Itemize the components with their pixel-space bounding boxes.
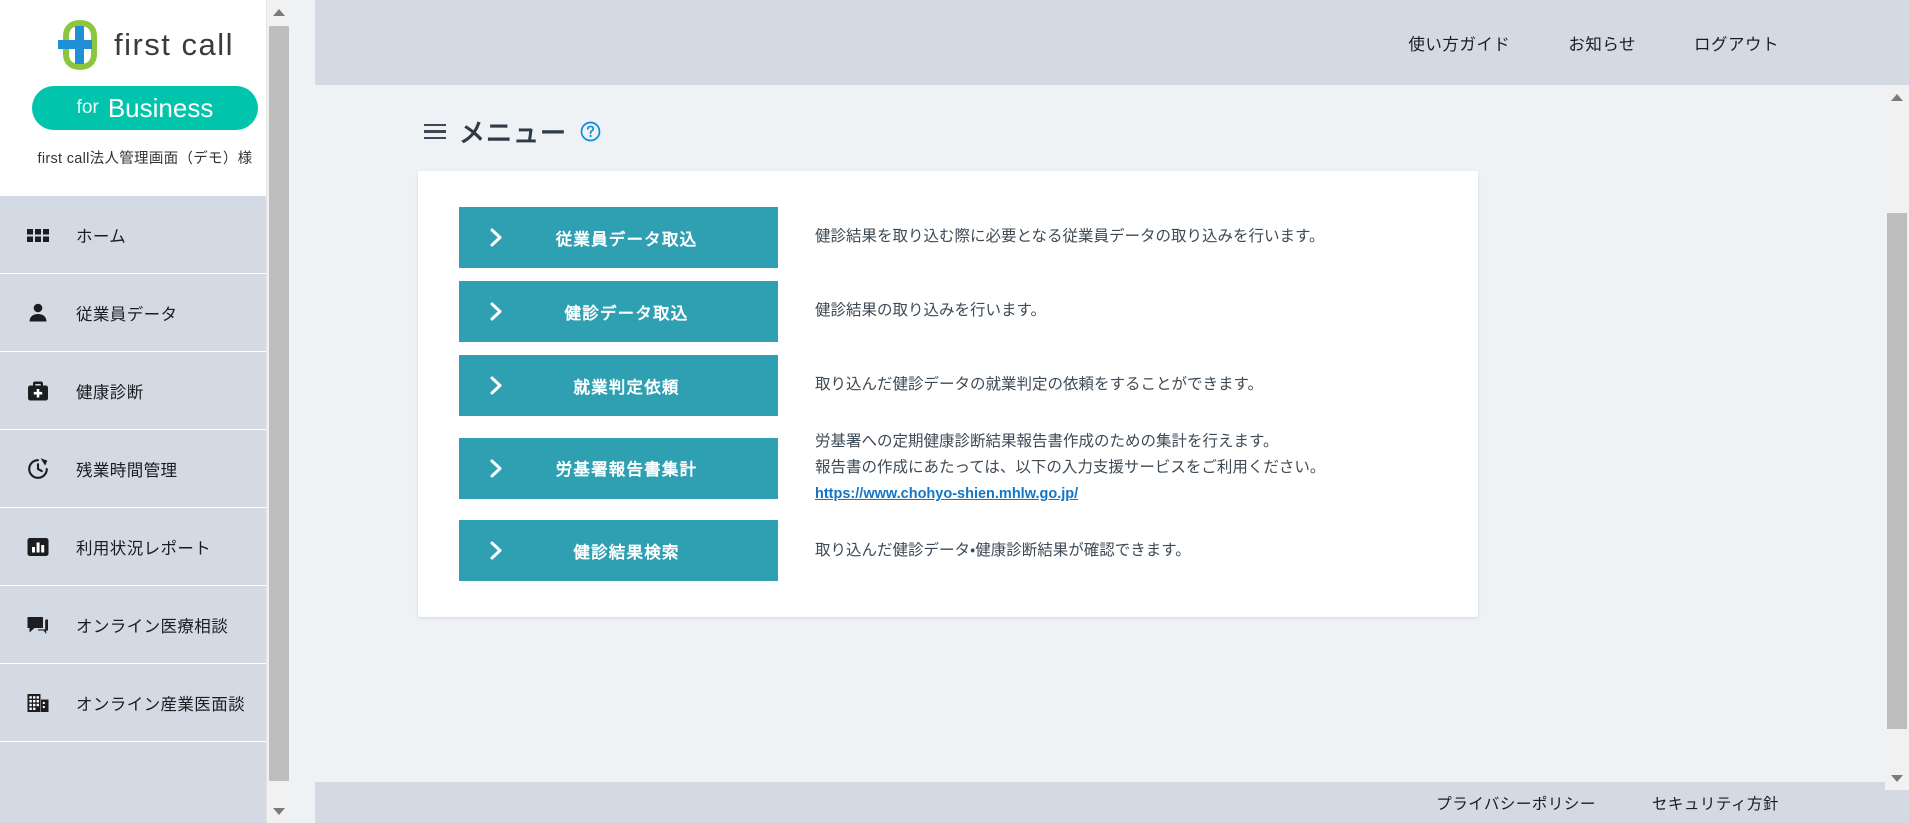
badge-business-text: Business	[107, 92, 214, 123]
sidebar-item-label: オンライン医療相談	[76, 617, 229, 636]
chevron-right-icon	[475, 376, 517, 395]
question-circle-icon[interactable]	[580, 121, 601, 142]
sidebar-scrollbar-thumb[interactable]	[269, 26, 289, 781]
main-scroll-up-button[interactable]	[1885, 85, 1909, 109]
triangle-up-icon	[1891, 93, 1903, 101]
sidebar-item-online-medical-consultation[interactable]: オンライン医療相談	[0, 586, 290, 664]
menu-description: 健診結果を取り込む際に必要となる従業員データの取り込みを行います。	[815, 224, 1325, 250]
menu-button-work-judgment-request[interactable]: 就業判定依頼	[459, 355, 778, 416]
main-scrollbar-thumb[interactable]	[1887, 213, 1907, 729]
main-scroll-down-button[interactable]	[1885, 766, 1909, 790]
menu-card: 従業員データ取込 健診結果を取り込む際に必要となる従業員データの取り込みを行いま…	[418, 171, 1478, 618]
chevron-right-icon	[475, 541, 517, 560]
organization-name: first call法人管理画面（デモ）様	[37, 151, 253, 167]
menu-button-label: 健診データ取込	[564, 304, 689, 323]
page-title-row: メニュー	[315, 85, 1909, 150]
sidebar-item-label: 利用状況レポート	[76, 539, 212, 558]
menu-button-label: 従業員データ取込	[555, 230, 698, 249]
triangle-down-icon	[273, 807, 285, 815]
chevron-right-icon	[475, 302, 517, 321]
clock-refresh-icon	[28, 457, 48, 479]
menu-description-line: 健診結果を取り込む際に必要となる従業員データの取り込みを行います。	[815, 228, 1325, 246]
menu-button-checkup-result-search[interactable]: 健診結果検索	[459, 520, 778, 582]
menu-description-line: 取り込んだ健診データの就業判定の依頼をすることができます。	[815, 376, 1263, 394]
menu-button-label: 就業判定依頼	[573, 378, 680, 397]
medical-bag-icon	[28, 381, 48, 400]
menu-row: 健診データ取込 健診結果の取り込みを行います。	[418, 281, 1478, 342]
sidebar-item-label: 残業時間管理	[76, 461, 178, 480]
sidebar-scrollbar[interactable]	[266, 0, 290, 823]
sidebar-scroll-down-button[interactable]	[267, 799, 290, 823]
menu-description: 労基署への定期健康診断結果報告書作成のための集計を行えます。 報告書の作成にあた…	[815, 429, 1325, 507]
application-root: first call for Business first call法人管理画面…	[0, 0, 1909, 823]
menu-button-label: 労基署報告書集計	[555, 461, 698, 480]
chohyo-shien-link[interactable]: https://www.chohyo-shien.mhlw.go.jp/	[815, 482, 1078, 506]
sidebar-item-overtime-management[interactable]: 残業時間管理	[0, 430, 290, 508]
menu-description-line: 取り込んだ健診データ・健康診断結果が確認できます。	[815, 541, 1191, 559]
chat-bubble-icon	[27, 616, 48, 634]
triangle-up-icon	[273, 8, 285, 16]
hamburger-bar	[424, 130, 446, 133]
menu-button-labor-bureau-report-aggregation[interactable]: 労基署報告書集計	[459, 437, 778, 499]
bar-chart-icon	[27, 537, 49, 556]
topbar-link-notices[interactable]: お知らせ	[1568, 31, 1636, 55]
person-icon	[29, 303, 47, 321]
main-scrollbar[interactable]	[1885, 85, 1909, 790]
brand-wordmark: first call	[113, 27, 235, 62]
page-footer: プライバシーポリシー セキュリティ方針	[315, 782, 1909, 823]
menu-button-label: 健診結果検索	[573, 543, 680, 562]
menu-description: 取り込んだ健診データ・健康診断結果が確認できます。	[815, 538, 1191, 564]
sidebar-item-label: 健康診断	[76, 383, 144, 402]
menu-row: 労基署報告書集計 労基署への定期健康診断結果報告書作成のための集計を行えます。 …	[418, 429, 1478, 507]
hamburger-bar	[424, 123, 446, 127]
building-icon	[27, 693, 49, 712]
sidebar-scroll-up-button[interactable]	[267, 0, 290, 24]
menu-row: 就業判定依頼 取り込んだ健診データの就業判定の依頼をすることができます。	[418, 355, 1478, 416]
menu-button-checkup-data-import[interactable]: 健診データ取込	[459, 281, 778, 342]
sidebar-item-usage-report[interactable]: 利用状況レポート	[0, 508, 290, 586]
topbar-link-logout[interactable]: ログアウト	[1694, 31, 1779, 55]
chevron-right-icon	[475, 228, 517, 247]
grid-icon	[27, 228, 49, 242]
footer-link-security-policy[interactable]: セキュリティ方針	[1652, 792, 1779, 814]
sidebar-item-health-checkup[interactable]: 健康診断	[0, 352, 290, 430]
triangle-down-icon	[1891, 774, 1903, 782]
menu-button-employee-data-import[interactable]: 従業員データ取込	[459, 207, 778, 268]
menu-description-line: 労基署への定期健康診断結果報告書作成のための集計を行えます。	[815, 433, 1279, 450]
main-area: 使い方ガイド お知らせ ログアウト メニュー 従業員データ取込 健診結果を取り込…	[315, 0, 1909, 823]
top-header: 使い方ガイド お知らせ ログアウト	[315, 0, 1909, 85]
menu-description: 健診結果の取り込みを行います。	[815, 298, 1046, 324]
footer-link-privacy-policy[interactable]: プライバシーポリシー	[1436, 792, 1596, 814]
hamburger-icon[interactable]	[424, 123, 446, 140]
menu-description-line: 健診結果の取り込みを行います。	[815, 302, 1046, 320]
sidebar: first call for Business first call法人管理画面…	[0, 0, 290, 823]
sidebar-item-label: オンライン産業医面談	[76, 695, 245, 714]
menu-row: 健診結果検索 取り込んだ健診データ・健康診断結果が確認できます。	[418, 520, 1478, 582]
content-scroll-region: メニュー 従業員データ取込 健診結果を取り込む際に必要となる従業員データの取り込…	[315, 85, 1909, 782]
sidebar-nav: ホーム 従業員データ 健康診断 残業時間管理 利用状況レポート オンライン医療相…	[0, 195, 290, 742]
brand-logo[interactable]: first call	[0, 14, 290, 76]
chevron-right-icon	[475, 459, 517, 478]
sidebar-logo-area: first call for Business first call法人管理画面…	[0, 0, 290, 195]
badge-for-text: for	[76, 97, 99, 118]
sidebar-item-label: 従業員データ	[76, 305, 178, 324]
page-title: メニュー	[459, 118, 568, 148]
sidebar-item-label: ホーム	[76, 227, 127, 246]
sidebar-item-home[interactable]: ホーム	[0, 196, 290, 274]
first-call-logo-icon	[57, 20, 97, 70]
menu-description: 取り込んだ健診データの就業判定の依頼をすることができます。	[815, 372, 1263, 398]
sidebar-item-online-industrial-physician-interview[interactable]: オンライン産業医面談	[0, 664, 290, 742]
topbar-link-usage-guide[interactable]: 使い方ガイド	[1408, 31, 1510, 55]
hamburger-bar	[424, 136, 446, 140]
sidebar-item-employee-data[interactable]: 従業員データ	[0, 274, 290, 352]
business-badge: for Business	[32, 86, 258, 130]
menu-row: 従業員データ取込 健診結果を取り込む際に必要となる従業員データの取り込みを行いま…	[418, 207, 1478, 268]
menu-description-line: 報告書の作成にあたっては、以下の入力支援サービスをご利用ください。	[815, 459, 1326, 477]
